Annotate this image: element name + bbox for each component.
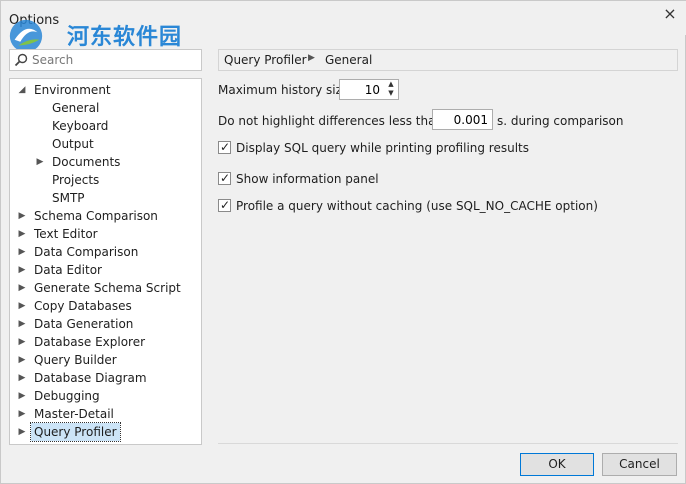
breadcrumb-parent: Query Profiler [224,53,307,67]
expand-arrow-icon[interactable]: ▶ [17,351,27,369]
tree-item[interactable]: General [11,99,200,117]
tree-item-label: Copy Databases [34,299,132,313]
checkmark-icon: ✓ [220,140,231,154]
max-history-input[interactable] [340,80,384,99]
tree-item-label: Database Explorer [34,335,146,349]
checkmark-icon: ✓ [220,198,231,212]
breadcrumb: Query Profiler ▶ General [218,49,678,71]
tree-item-label: Data Comparison [34,245,139,259]
tree-item[interactable]: ▶ Database Diagram [11,369,200,387]
checkbox-box[interactable]: ✓ [218,171,231,185]
expand-arrow-icon[interactable]: ▶ [17,279,27,297]
footer-divider [218,443,678,444]
tree-item[interactable]: ▶ Text Editor [11,225,200,243]
window-title: Options [9,13,60,28]
tree-item[interactable]: Keyboard [11,117,200,135]
checkbox-box[interactable]: ✓ [218,140,231,154]
max-history-label: Maximum history size: [218,83,354,97]
checkmark-icon: ✓ [220,171,231,185]
options-tree[interactable]: ◢ Environment General Keyboard Output ▶ Docume… [9,78,202,445]
tree-item-label: Master-Detail [34,407,114,421]
tree-item[interactable]: SMTP [11,189,200,207]
options-dialog: Options × 河东软件园 www.pc0359.cn ◢Environme… [0,0,686,484]
tree-item[interactable]: ▶ Query Profiler [11,422,200,442]
tree-item-label: SMTP [52,191,85,205]
checkbox-label: Profile a query without caching (use SQL… [236,199,598,213]
expand-arrow-icon[interactable]: ▶ [17,405,27,423]
tree-item[interactable]: ▶ Debugging [11,387,200,405]
threshold-suffix-row: s. during comparison [497,110,623,132]
ok-button[interactable]: OK [520,453,594,476]
spin-up-icon[interactable]: ▲ [384,80,398,89]
threshold-label-after: s. during comparison [497,114,624,128]
checkbox-label: Display SQL query while printing profili… [236,141,530,155]
tree-item[interactable]: ▶ Data Editor [11,261,200,279]
expand-arrow-icon[interactable]: ▶ [17,225,27,243]
close-button[interactable]: × [661,5,679,23]
expand-arrow-icon[interactable]: ▶ [17,423,27,441]
tree-item-label: Data Editor [34,263,102,277]
expand-arrow-icon[interactable]: ▶ [17,207,27,225]
spin-buttons: ▲ ▼ [384,80,398,99]
threshold-field[interactable] [432,109,493,130]
tree-item[interactable]: ▶ Copy Databases [11,297,200,315]
tree-item[interactable]: Output [11,135,200,153]
threshold-row: Do not highlight differences less than [218,110,443,132]
spin-down-icon[interactable]: ▼ [384,89,398,98]
max-history-row: Maximum history size: [218,79,353,101]
tree-item[interactable]: ▶ Data Comparison [11,243,200,261]
expand-arrow-icon[interactable]: ▶ [17,261,27,279]
tree-item-label: Database Diagram [34,371,147,385]
search-input[interactable] [32,52,197,68]
expand-arrow-icon[interactable]: ▶ [17,333,27,351]
tree-item-label: Query Builder [34,353,117,367]
breadcrumb-current: General [325,53,373,67]
tree-item-label: Keyboard [52,119,109,133]
collapse-arrow-icon[interactable]: ◢ [17,81,27,99]
tree-item-label: Output [52,137,94,151]
max-history-spin[interactable]: ▲ ▼ [339,79,399,100]
cancel-button[interactable]: Cancel [602,453,677,476]
tree-item-label: Debugging [34,389,100,403]
threshold-label-before: Do not highlight differences less than [218,114,444,128]
tree-item[interactable]: ▶ Schema Comparison [11,207,200,225]
tree-item[interactable]: ▶ Master-Detail [11,405,200,423]
tree-item[interactable]: ▶ Data Generation [11,315,200,333]
tree-item-label: Text Editor [34,227,98,241]
expand-arrow-icon[interactable]: ▶ [17,315,27,333]
checkbox-label: Show information panel [236,172,379,186]
tree-item-label: Environment [34,83,111,97]
tree-item-label: Documents [52,155,121,169]
tree-item-label: Data Generation [34,317,134,331]
tree-item[interactable]: ◢ Environment [11,81,200,99]
chevron-right-icon: ▶ [308,53,315,63]
tree-item-label: Query Profiler [30,422,121,442]
tree-item[interactable]: Projects [11,171,200,189]
tree-item-label: Schema Comparison [34,209,158,223]
title-bar: Options × [1,1,686,35]
search-box[interactable] [9,49,202,71]
tree-item-label: Generate Schema Script [34,281,181,295]
tree-item[interactable]: ▶ Generate Schema Script [11,279,200,297]
tree-item[interactable]: ▶ Database Explorer [11,333,200,351]
search-icon [14,53,28,67]
expand-arrow-icon[interactable]: ▶ [17,243,27,261]
tree-item[interactable]: ▶ Query Builder [11,351,200,369]
tree-item-label: Projects [52,173,100,187]
expand-arrow-icon[interactable]: ▶ [17,369,27,387]
threshold-input[interactable] [433,110,492,129]
expand-arrow-icon[interactable]: ▶ [17,387,27,405]
tree-item-label: General [52,101,100,115]
expand-arrow-icon[interactable]: ▶ [17,297,27,315]
checkbox-box[interactable]: ✓ [218,198,231,212]
expand-arrow-icon[interactable]: ▶ [35,153,45,171]
tree-item[interactable]: ▶ Documents [11,153,200,171]
